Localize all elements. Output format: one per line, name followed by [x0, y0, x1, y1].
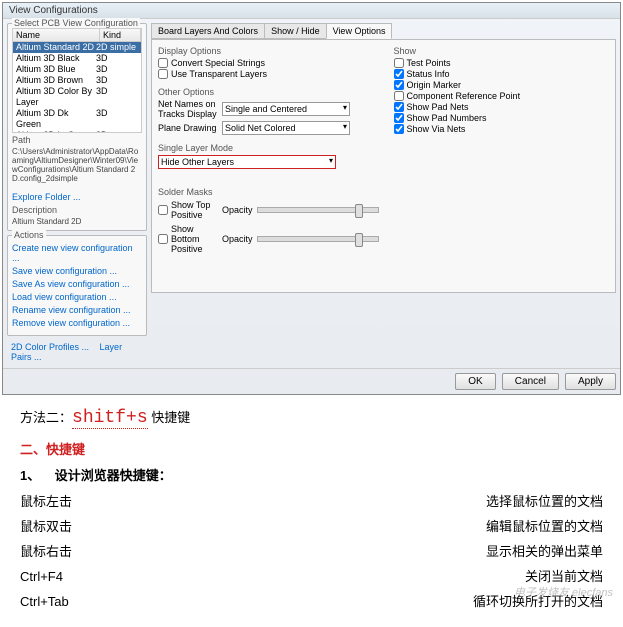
config-list-row[interactable]: Altium 3D Dk Green3D — [13, 108, 141, 130]
shortcut-row: 鼠标双击编辑鼠标位置的文档 — [20, 516, 603, 538]
show-top-positive-check[interactable]: Show Top Positive — [158, 200, 218, 220]
show-option-check[interactable]: Show Pad Nets — [394, 102, 610, 112]
show-option-check[interactable]: Show Via Nets — [394, 124, 610, 134]
show-option-check[interactable]: Origin Marker — [394, 80, 610, 90]
config-list-row[interactable]: Altium 3D Color By Layer3D — [13, 86, 141, 108]
show-bottom-positive-check[interactable]: Show Bottom Positive — [158, 224, 218, 254]
net-names-combo[interactable]: Single and Centered — [222, 102, 350, 116]
show-option-check[interactable]: Status Info — [394, 69, 610, 79]
article-text: 方法二：shitf+s 快捷键 二、快捷键 1、 设计浏览器快捷键： 鼠标左击选… — [0, 397, 623, 626]
config-list-row[interactable]: Altium 3D Brown3D — [13, 75, 141, 86]
apply-button[interactable]: Apply — [565, 373, 616, 390]
path-value: C:\Users\Administrator\AppData\Roaming\A… — [12, 147, 142, 183]
actions-group: Actions Create new view configuration ..… — [7, 235, 147, 336]
config-list-row[interactable]: Altium Standard 2D2D simple — [13, 42, 141, 53]
config-list-row[interactable]: Altium 3D Blue3D — [13, 64, 141, 75]
description-value: Altium Standard 2D — [12, 217, 142, 226]
tabs: Board Layers And ColorsShow / HideView O… — [151, 23, 616, 39]
button-bar: OK Cancel Apply — [3, 368, 620, 394]
config-list[interactable]: Altium Standard 2D2D simpleAltium 3D Bla… — [12, 42, 142, 133]
select-config-group: Select PCB View Configuration Name Kind … — [7, 23, 147, 231]
tab[interactable]: Show / Hide — [264, 23, 327, 39]
config-list-row[interactable]: Altium 3D Black3D — [13, 53, 141, 64]
cancel-button[interactable]: Cancel — [502, 373, 559, 390]
shortcut-row: 鼠标右击显示相关的弹出菜单 — [20, 541, 603, 563]
show-option-check[interactable]: Show Pad Numbers — [394, 113, 610, 123]
bottom-links: 2D Color Profiles ... Layer Pairs ... — [7, 340, 147, 364]
color-profiles-link[interactable]: 2D Color Profiles ... — [11, 342, 89, 352]
action-link[interactable]: Load view configuration ... — [12, 292, 142, 302]
config-list-header: Name Kind — [12, 28, 142, 42]
tab[interactable]: Board Layers And Colors — [151, 23, 265, 39]
watermark: 电子发烧友 elecfans — [514, 582, 613, 604]
shortcut-row: 鼠标左击选择鼠标位置的文档 — [20, 491, 603, 513]
show-option-check[interactable]: Component Reference Point — [394, 91, 610, 101]
action-link[interactable]: Save view configuration ... — [12, 266, 142, 276]
single-layer-combo[interactable]: Hide Other Layers — [158, 155, 336, 169]
plane-drawing-combo[interactable]: Solid Net Colored — [222, 121, 350, 135]
view-configurations-dialog: View Configurations Select PCB View Conf… — [2, 2, 621, 395]
action-link[interactable]: Remove view configuration ... — [12, 318, 142, 328]
tab[interactable]: View Options — [326, 23, 393, 39]
ok-button[interactable]: OK — [455, 373, 495, 390]
shortcut-text: shitf+s — [72, 408, 148, 429]
config-list-row[interactable]: Altium 3D Lt Green3D — [13, 130, 141, 133]
view-options-tab-content: Display Options Convert Special StringsU… — [151, 39, 616, 293]
dialog-title: View Configurations — [3, 3, 620, 19]
show-option-check[interactable]: Test Points — [394, 58, 610, 68]
bottom-opacity-slider[interactable] — [257, 236, 379, 242]
action-link[interactable]: Rename view configuration ... — [12, 305, 142, 315]
display-option-check[interactable]: Use Transparent Layers — [158, 69, 374, 79]
display-option-check[interactable]: Convert Special Strings — [158, 58, 374, 68]
action-link[interactable]: Create new view configuration ... — [12, 243, 142, 263]
top-opacity-slider[interactable] — [257, 207, 379, 213]
section-heading: 二、快捷键 — [20, 439, 603, 461]
explore-folder-link[interactable]: Explore Folder ... — [12, 192, 142, 202]
action-link[interactable]: Save As view configuration ... — [12, 279, 142, 289]
